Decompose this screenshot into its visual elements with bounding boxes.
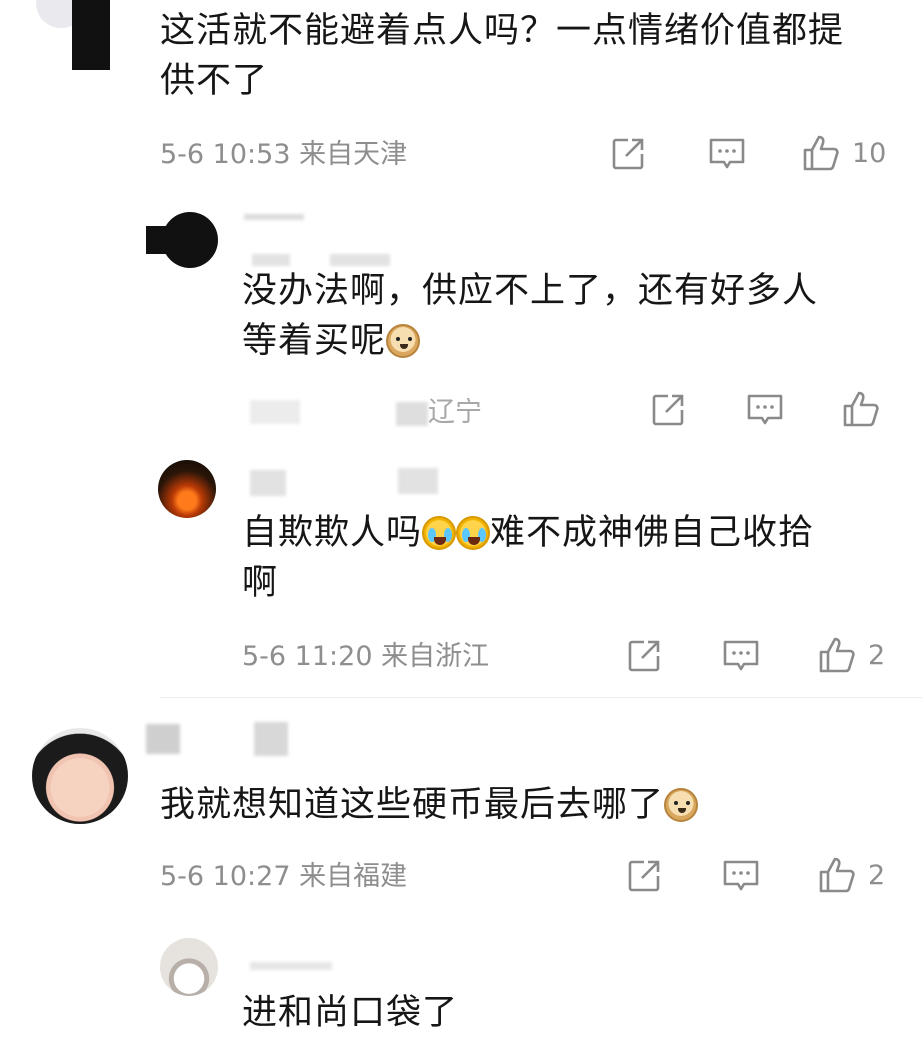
share-icon	[612, 138, 644, 170]
like-button[interactable]	[842, 390, 892, 428]
like-button[interactable]: 10	[802, 134, 886, 172]
username[interactable]	[250, 470, 286, 496]
username[interactable]	[398, 468, 438, 494]
doge-emoji-icon	[664, 788, 699, 822]
comment-button[interactable]	[722, 858, 760, 894]
thumbs-up-icon	[819, 857, 855, 893]
comment-timestamp: 5-6 11:20 来自浙江	[242, 641, 490, 672]
thumbs-up-icon	[843, 391, 879, 427]
comment-icon	[723, 640, 759, 671]
share-button[interactable]	[626, 858, 662, 894]
comment-icon	[709, 138, 745, 169]
comment-timestamp: 5-6 10:27 来自福建	[160, 861, 408, 892]
like-count: 10	[852, 137, 887, 169]
comment-location: 辽宁	[396, 395, 482, 431]
divider	[160, 697, 922, 698]
like-button[interactable]: 2	[818, 856, 885, 894]
laugh-cry-emoji-icon	[456, 516, 491, 550]
avatar-mosaic	[72, 0, 110, 70]
share-icon	[652, 394, 684, 426]
share-button[interactable]	[626, 638, 662, 674]
thumbs-up-icon	[803, 135, 839, 171]
comment-text: 这活就不能避着点人吗？一点情绪价值都提 供不了	[160, 11, 845, 101]
username[interactable]	[330, 254, 390, 266]
like-count: 2	[868, 859, 886, 891]
comment-button[interactable]	[708, 136, 746, 172]
laugh-cry-emoji-icon	[422, 516, 457, 550]
username[interactable]	[244, 214, 304, 220]
like-count: 2	[868, 639, 886, 671]
comment-icon	[723, 860, 759, 891]
comment-button[interactable]	[722, 638, 760, 674]
avatar[interactable]	[158, 460, 216, 518]
like-button[interactable]: 2	[818, 636, 885, 674]
share-button[interactable]	[650, 392, 686, 428]
username[interactable]	[254, 722, 288, 756]
username[interactable]	[252, 254, 290, 266]
username[interactable]	[250, 962, 332, 970]
username[interactable]	[146, 724, 180, 754]
avatar[interactable]	[32, 728, 128, 824]
comment-timestamp: 5-6 10:53 来自天津	[160, 139, 408, 170]
comment-text: 我就想知道这些硬币最后去哪了	[160, 780, 699, 830]
thumbs-up-icon	[819, 637, 855, 673]
share-icon	[628, 640, 660, 672]
comment-text: 自欺欺人吗 难不成神佛自己收拾 啊	[242, 513, 815, 603]
comment-text: 没办法啊，供应不上了，还有好多人 等着买呢	[242, 271, 819, 361]
share-button[interactable]	[610, 136, 646, 172]
comment-icon	[747, 394, 783, 425]
avatar-mosaic	[146, 226, 186, 254]
comment-button[interactable]	[746, 392, 784, 428]
share-icon	[628, 860, 660, 892]
comment-text: 进和尚口袋了	[242, 993, 459, 1033]
timestamp-blur	[250, 400, 300, 424]
avatar[interactable]	[160, 938, 218, 996]
doge-emoji-icon	[386, 324, 421, 358]
